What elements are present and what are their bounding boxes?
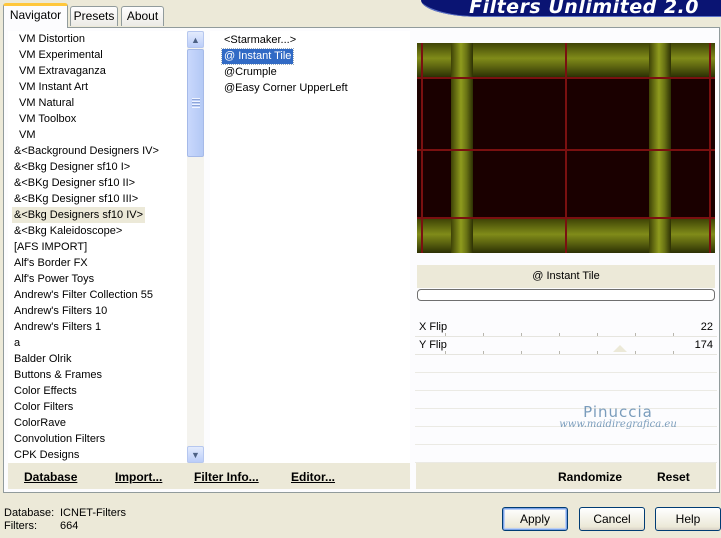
category-item[interactable]: VM Extravaganza <box>17 63 108 79</box>
status-database: Database: ICNET-Filters <box>4 507 126 519</box>
slider-pointer-icon <box>613 345 627 352</box>
empty-param-row <box>415 428 717 445</box>
empty-param-row <box>415 374 717 391</box>
category-item[interactable]: Buttons & Frames <box>12 367 104 383</box>
preview-line <box>421 43 423 253</box>
category-item[interactable]: &<BKg Designer sf10 II> <box>12 175 137 191</box>
category-item[interactable]: &<Bkg Designer sf10 I> <box>12 159 132 175</box>
preview-image <box>417 43 715 253</box>
param-label: Y Flip <box>419 339 447 351</box>
filter-item[interactable]: <Starmaker...> <box>222 33 298 48</box>
category-item[interactable]: Convolution Filters <box>12 431 107 447</box>
import-button[interactable]: Import... <box>115 470 162 484</box>
filter-list[interactable]: <Starmaker...> @ Instant Tile @Crumple @Eas… <box>210 31 410 463</box>
preview-band-left <box>451 43 473 253</box>
category-item[interactable]: Alf's Border FX <box>12 255 90 271</box>
filter-info-button[interactable]: Filter Info... <box>194 470 259 484</box>
preview-line <box>709 43 711 253</box>
filter-item[interactable]: @ Instant Tile <box>220 48 295 65</box>
status-filters: Filters: 664 <box>4 520 78 532</box>
category-item[interactable]: a <box>12 335 22 351</box>
app-logo: Filters Unlimited 2.0 <box>421 0 721 17</box>
preview-band-right <box>649 43 671 253</box>
param-row-y-flip[interactable]: Y Flip 174 <box>415 338 717 355</box>
reset-button[interactable]: Reset <box>657 470 690 484</box>
filter-item[interactable]: @Crumple <box>222 65 279 80</box>
database-button[interactable]: Database <box>24 470 77 484</box>
scroll-up-button[interactable]: ▲ <box>187 31 204 48</box>
category-item[interactable]: &<Background Designers IV> <box>12 143 161 159</box>
category-item[interactable]: CPK Designs <box>12 447 81 463</box>
category-item[interactable]: [AFS IMPORT] <box>12 239 89 255</box>
randomize-button[interactable]: Randomize <box>558 470 622 484</box>
status-filters-value: 664 <box>60 520 79 532</box>
category-list[interactable]: VM Distortion VM Experimental VM Extravaga… <box>8 31 187 463</box>
slider-ticks <box>445 333 677 336</box>
cancel-button[interactable]: Cancel <box>579 507 645 531</box>
category-item[interactable]: Andrew's Filters 1 <box>12 319 103 335</box>
category-item[interactable]: VM Natural <box>17 95 76 111</box>
category-item[interactable]: ColorRave <box>12 415 68 431</box>
empty-param-row <box>415 356 717 373</box>
category-item[interactable]: Balder Olrik <box>12 351 73 367</box>
param-value: 22 <box>700 321 713 333</box>
category-item[interactable]: &<Bkg Kaleidoscope> <box>12 223 124 239</box>
category-item[interactable]: Color Filters <box>12 399 75 415</box>
category-scrollbar[interactable]: ▲ ▼ <box>187 31 204 463</box>
slider-ticks <box>445 351 677 354</box>
parameter-grid: X Flip 22 Y Flip 174 <box>415 320 717 463</box>
category-item[interactable]: &<BKg Designer sf10 III> <box>12 191 140 207</box>
param-label: X Flip <box>419 321 448 333</box>
tab-about[interactable]: About <box>121 6 164 26</box>
status-database-value: ICNET-Filters <box>60 507 126 519</box>
category-item[interactable]: Andrew's Filter Collection 55 <box>12 287 155 303</box>
status-filters-label: Filters: <box>4 520 37 532</box>
editor-button[interactable]: Editor... <box>291 470 335 484</box>
filter-item[interactable]: @Easy Corner UpperLeft <box>222 81 350 96</box>
param-row-x-flip[interactable]: X Flip 22 <box>415 320 717 337</box>
category-item[interactable]: VM Toolbox <box>17 111 78 127</box>
help-button[interactable]: Help <box>655 507 721 531</box>
preview-line <box>565 43 567 253</box>
left-toolbar: Database Import... Filter Info... Editor… <box>8 463 410 489</box>
scroll-grip-icon <box>192 98 200 108</box>
tab-navigator[interactable]: Navigator <box>3 3 68 28</box>
empty-param-row <box>415 392 717 409</box>
apply-button[interactable]: Apply <box>502 507 568 531</box>
scroll-down-button[interactable]: ▼ <box>187 446 204 463</box>
progress-bar <box>417 289 715 301</box>
category-item[interactable]: Alf's Power Toys <box>12 271 96 287</box>
logo-text: Filters Unlimited 2.0 <box>469 0 699 17</box>
category-item[interactable]: VM Distortion <box>17 31 87 47</box>
param-value: 174 <box>694 339 713 351</box>
tab-presets[interactable]: Presets <box>70 6 118 26</box>
category-item[interactable]: VM <box>17 127 38 143</box>
empty-param-row <box>415 446 717 463</box>
scroll-thumb[interactable] <box>187 49 204 157</box>
selected-filter-name: @ Instant Tile <box>417 265 715 288</box>
right-toolbar: Randomize Reset <box>416 463 716 489</box>
status-database-label: Database: <box>4 507 55 519</box>
category-item[interactable]: Andrew's Filters 10 <box>12 303 109 319</box>
category-item[interactable]: VM Instant Art <box>17 79 90 95</box>
category-item[interactable]: Color Effects <box>12 383 79 399</box>
category-item[interactable]: VM Experimental <box>17 47 105 63</box>
empty-param-row <box>415 410 717 427</box>
category-item[interactable]: &<Bkg Designers sf10 IV> <box>12 207 146 223</box>
